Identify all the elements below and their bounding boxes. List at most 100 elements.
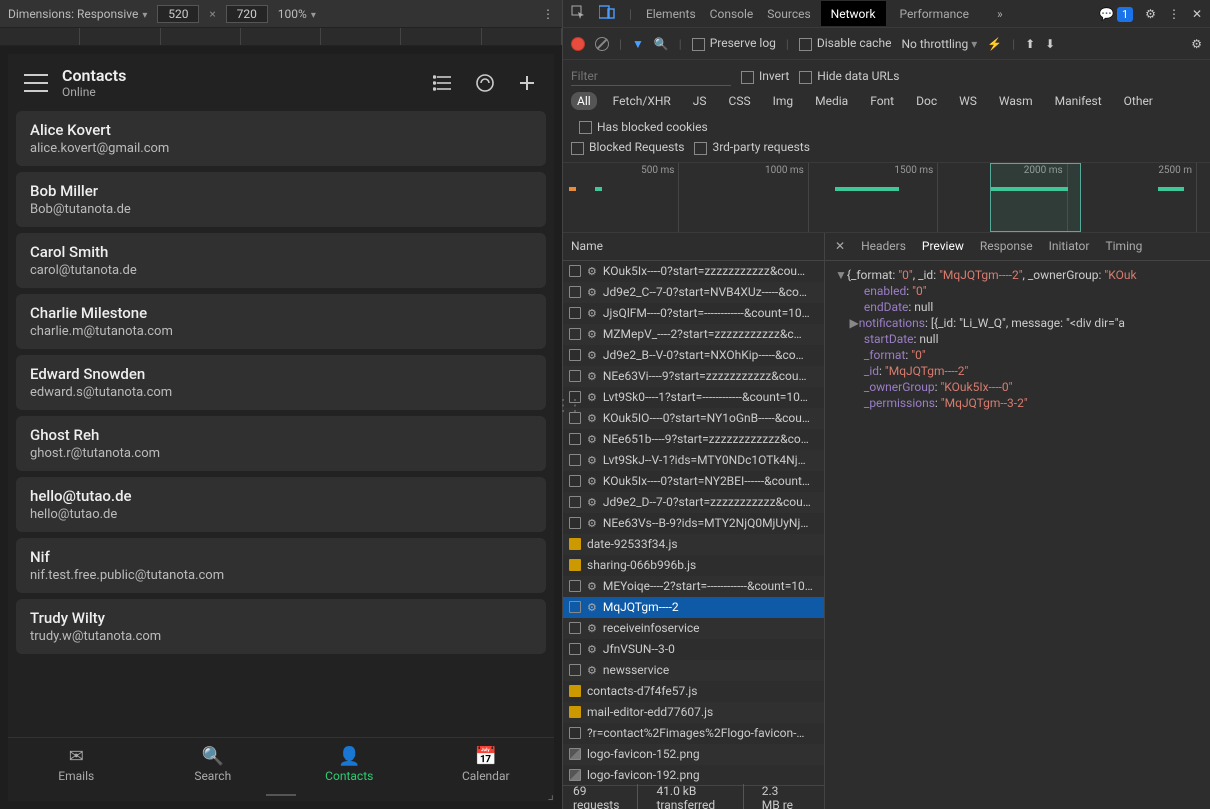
contact-item[interactable]: Carol Smithcarol@tutanota.de	[16, 233, 546, 288]
dimensions-dropdown[interactable]: Dimensions: Responsive	[8, 7, 147, 21]
detail-tab-preview[interactable]: Preview	[922, 239, 964, 253]
filter-input[interactable]	[571, 67, 731, 86]
request-row[interactable]: logo-favicon-152.png	[563, 744, 824, 765]
upload-har-icon[interactable]: ⬆	[1025, 37, 1035, 51]
detail-tab-initiator[interactable]: Initiator	[1049, 239, 1090, 253]
contact-item[interactable]: Edward Snowdenedward.s@tutanota.com	[16, 355, 546, 410]
invert-checkbox[interactable]: Invert	[741, 69, 789, 83]
sync-icon[interactable]	[474, 72, 496, 94]
filter-type-img[interactable]: Img	[767, 92, 800, 110]
device-mode-icon[interactable]	[599, 5, 615, 22]
contact-item[interactable]: Nifnif.test.free.public@tutanota.com	[16, 538, 546, 593]
nav-calendar[interactable]: 📅Calendar	[418, 738, 555, 789]
filter-type-fetch-xhr[interactable]: Fetch/XHR	[607, 92, 677, 110]
request-row[interactable]: date-92533f34.js	[563, 534, 824, 555]
request-row[interactable]: contacts-d7f4fe57.js	[563, 681, 824, 702]
kebab-icon[interactable]: ⋮	[1168, 7, 1180, 21]
contact-item[interactable]: Charlie Milestonecharlie.m@tutanota.com	[16, 294, 546, 349]
request-row[interactable]: ⚙Lvt9SkJ--V-1?ids=MTY0NDc1OTk4Nj…	[563, 450, 824, 471]
filter-type-all[interactable]: All	[571, 92, 597, 110]
request-row[interactable]: ?r=contact%2Fimages%2Flogo-favicon-…	[563, 723, 824, 744]
filter-icon[interactable]: ▼	[632, 37, 644, 51]
request-row[interactable]: ⚙NEe651b----9?start=zzzzzzzzzzzz&co…	[563, 429, 824, 450]
request-row[interactable]: ⚙Jd9e2_D--7-0?start=zzzzzzzzzzz&cou…	[563, 492, 824, 513]
request-row[interactable]: ⚙Jd9e2_C--7-0?start=NVB4XUz-----&co…	[563, 282, 824, 303]
contact-item[interactable]: hello@tutao.dehello@tutao.de	[16, 477, 546, 532]
clear-button[interactable]	[595, 37, 609, 51]
request-row[interactable]: ⚙KOuk5Ix----0?start=zzzzzzzzzzz&cou…	[563, 261, 824, 282]
tab-network[interactable]: Network	[821, 1, 886, 26]
request-row[interactable]: ⚙MEYoiqe----2?start=------------&count=1…	[563, 576, 824, 597]
detail-tab-headers[interactable]: Headers	[861, 239, 906, 253]
device-more-icon[interactable]: ⋮	[542, 7, 554, 21]
network-settings-icon[interactable]: ⚙	[1191, 37, 1202, 51]
issues-badge[interactable]: 💬 1	[1099, 7, 1133, 21]
filter-type-js[interactable]: JS	[687, 92, 713, 110]
record-button[interactable]	[571, 37, 585, 51]
drag-handle[interactable]	[8, 789, 554, 801]
filter-type-other[interactable]: Other	[1118, 92, 1159, 110]
request-row[interactable]: ⚙newsservice	[563, 660, 824, 681]
request-row[interactable]: ⚙NEe63Vs--B-9?ids=MTY2NjQ0MjUyNj…	[563, 513, 824, 534]
tab-sources[interactable]: Sources	[767, 7, 810, 21]
download-har-icon[interactable]: ⬇	[1045, 37, 1055, 51]
blocked-requests-checkbox[interactable]: Blocked Requests	[571, 140, 684, 154]
width-input[interactable]	[157, 5, 199, 23]
filter-type-wasm[interactable]: Wasm	[993, 92, 1039, 110]
menu-icon[interactable]	[24, 74, 48, 92]
third-party-checkbox[interactable]: 3rd-party requests	[694, 140, 809, 154]
pane-splitter[interactable]: ⋮⋮	[555, 395, 579, 414]
blocked-cookies-checkbox[interactable]: Has blocked cookies	[579, 120, 708, 134]
more-tabs-icon[interactable]: »	[997, 7, 1003, 21]
request-row[interactable]: ⚙KOuk5Ix----0?start=NY2BEI------&count…	[563, 471, 824, 492]
request-row[interactable]: ⚙Jd9e2_B--V-0?start=NXOhKip-----&co…	[563, 345, 824, 366]
hide-data-urls-checkbox[interactable]: Hide data URLs	[799, 69, 899, 83]
request-row[interactable]: ⚙NEe63Vi----9?start=zzzzzzzzzzz&cou…	[563, 366, 824, 387]
tab-elements[interactable]: Elements	[646, 7, 696, 21]
contact-item[interactable]: Bob MillerBob@tutanota.de	[16, 172, 546, 227]
filter-type-ws[interactable]: WS	[953, 92, 983, 110]
preserve-log-checkbox[interactable]: Preserve log	[692, 36, 776, 50]
contact-list[interactable]: Alice Kovertalice.kovert@gmail.com Bob Mi…	[8, 111, 554, 737]
contact-item[interactable]: Alice Kovertalice.kovert@gmail.com	[16, 111, 546, 166]
request-list-header[interactable]: Name	[563, 233, 824, 261]
filter-type-css[interactable]: CSS	[723, 92, 757, 110]
nav-search[interactable]: 🔍Search	[145, 738, 282, 789]
disable-cache-checkbox[interactable]: Disable cache	[799, 36, 892, 50]
filter-type-manifest[interactable]: Manifest	[1049, 92, 1108, 110]
close-detail-icon[interactable]: ✕	[835, 239, 845, 253]
request-row[interactable]: ⚙JjsQlFM----0?start=------------&count=1…	[563, 303, 824, 324]
add-icon[interactable]	[516, 72, 538, 94]
detail-tab-timing[interactable]: Timing	[1105, 239, 1142, 253]
search-icon[interactable]: 🔍	[654, 37, 669, 51]
height-input[interactable]	[226, 5, 268, 23]
request-row[interactable]: ⚙JfnVSUN--3-0	[563, 639, 824, 660]
request-row[interactable]: ⚙MZMepV_----2?start=zzzzzzzzzzz&c…	[563, 324, 824, 345]
throttling-dropdown[interactable]: No throttling ▾	[901, 37, 977, 51]
nav-emails[interactable]: ✉Emails	[8, 738, 145, 789]
request-row[interactable]: ⚙MqJQTgm----2	[563, 597, 824, 618]
request-row[interactable]: sharing-066b996b.js	[563, 555, 824, 576]
filter-type-font[interactable]: Font	[864, 92, 900, 110]
zoom-dropdown[interactable]: 100%	[278, 7, 316, 21]
preview-body[interactable]: ▼{_format: "0", _id: "MqJQTgm----2", _ow…	[825, 261, 1210, 809]
request-row[interactable]: ⚙KOuk5IO----0?start=NY1oGnB-----&cou…	[563, 408, 824, 429]
detail-tab-response[interactable]: Response	[980, 239, 1033, 253]
timeline[interactable]: 500 ms1000 ms1500 ms2000 ms2500 m	[563, 163, 1210, 233]
list-sort-icon[interactable]	[432, 72, 454, 94]
inspect-icon[interactable]	[571, 5, 585, 22]
request-row[interactable]: logo-favicon-192.png	[563, 765, 824, 785]
resize-handle-icon[interactable]: ⌟	[547, 787, 554, 803]
request-row[interactable]: ⚙receiveinfoservice	[563, 618, 824, 639]
close-devtools-icon[interactable]: ✕	[1192, 7, 1202, 21]
request-row[interactable]: ⚙Lvt9Sk0----1?start=------------&count=1…	[563, 387, 824, 408]
filter-type-media[interactable]: Media	[809, 92, 854, 110]
network-conditions-icon[interactable]: ⚡	[987, 37, 1002, 51]
nav-contacts[interactable]: 👤Contacts	[281, 738, 418, 789]
contact-item[interactable]: Trudy Wiltytrudy.w@tutanota.com	[16, 599, 546, 654]
tab-console[interactable]: Console	[710, 7, 754, 21]
settings-icon[interactable]: ⚙	[1145, 7, 1156, 21]
request-row[interactable]: mail-editor-edd77607.js	[563, 702, 824, 723]
contact-item[interactable]: Ghost Rehghost.r@tutanota.com	[16, 416, 546, 471]
filter-type-doc[interactable]: Doc	[910, 92, 943, 110]
